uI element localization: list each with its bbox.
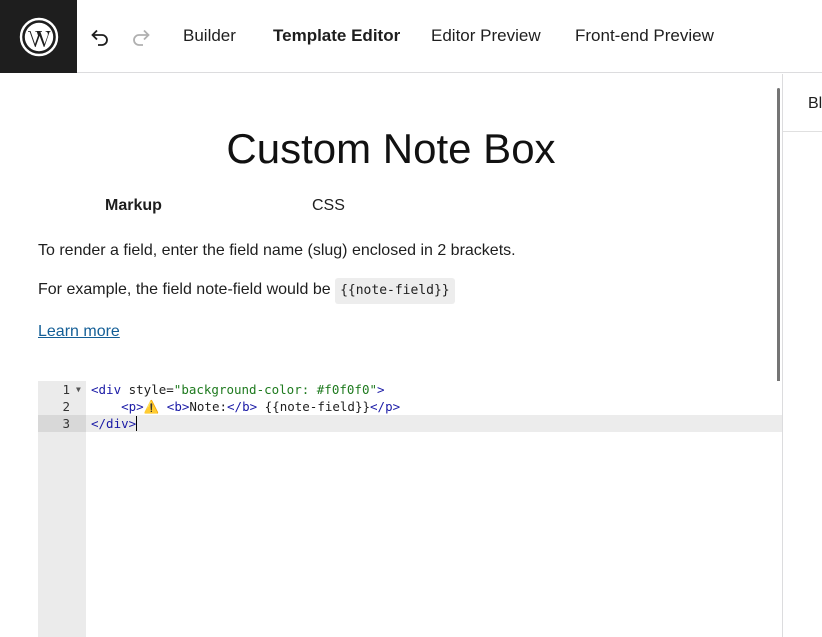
tab-front-end-preview[interactable]: Front-end Preview — [575, 26, 714, 46]
example-text: For example, the field note-field would … — [38, 276, 455, 304]
code-line[interactable]: 2 <p>⚠️ <b>Note:</b> {{note-field}}</p> — [38, 398, 782, 415]
tab-editor-preview[interactable]: Editor Preview — [431, 26, 541, 46]
learn-more-link[interactable]: Learn more — [38, 322, 120, 342]
tab-builder[interactable]: Builder — [183, 26, 236, 46]
fold-arrow-icon[interactable]: ▼ — [76, 381, 81, 398]
undo-icon[interactable] — [84, 22, 114, 52]
tab-template-editor[interactable]: Template Editor — [273, 26, 400, 46]
page-title: Custom Note Box — [226, 125, 556, 172]
text-cursor — [136, 416, 138, 431]
redo-icon[interactable] — [127, 22, 157, 52]
sidebar-divider — [783, 131, 822, 132]
wordpress-logo-icon[interactable] — [0, 0, 77, 73]
tab-css[interactable]: CSS — [312, 196, 345, 216]
code-text: </div> — [91, 416, 138, 431]
example-code: {{note-field}} — [335, 278, 455, 304]
example-prefix: For example, the field note-field would … — [38, 281, 336, 298]
tab-markup[interactable]: Markup — [105, 196, 162, 216]
code-line[interactable]: 1 ▼ <div style="background-color: #f0f0f… — [38, 381, 782, 398]
top-toolbar: Builder Template Editor Editor Preview F… — [0, 0, 822, 73]
help-text: To render a field, enter the field name … — [38, 242, 516, 259]
line-number: 3 — [38, 415, 86, 432]
code-line-active[interactable]: 3 </div> — [38, 415, 782, 432]
line-number: 2 — [62, 399, 70, 414]
code-editor[interactable]: 1 ▼ <div style="background-color: #f0f0f… — [38, 381, 782, 637]
right-sidebar: Bl — [782, 74, 822, 637]
warning-emoji-icon: ⚠️ — [143, 399, 160, 414]
code-text: <div style="background-color: #f0f0f0"> — [91, 382, 385, 397]
code-text: <p>⚠️ <b>Note:</b> {{note-field}}</p> — [121, 399, 401, 414]
sidebar-tab-block[interactable]: Bl — [808, 95, 822, 113]
